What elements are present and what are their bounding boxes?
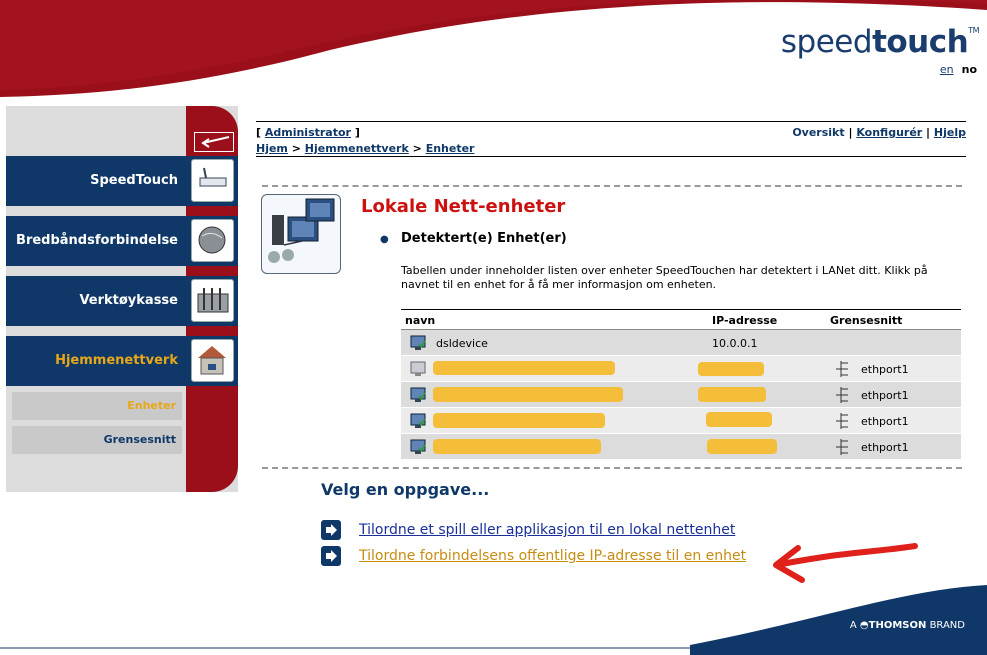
redacted-ip bbox=[698, 362, 764, 376]
table-row[interactable]: ethport1 bbox=[401, 382, 961, 408]
arrow-right-icon bbox=[321, 520, 341, 540]
sidebar-item-label: SpeedTouch bbox=[90, 173, 178, 188]
devices-table: navn IP-adresse Grensesnitt dsldevice 10… bbox=[401, 309, 961, 460]
sidebar-subitem-label: Grensesnitt bbox=[103, 433, 176, 446]
breadcrumb: Hjem > Hjemmenettverk > Enheter bbox=[256, 142, 475, 155]
ethernet-icon bbox=[836, 413, 848, 429]
top-menu: Oversikt | Konfigurér | Hjelp bbox=[792, 126, 966, 139]
device-icon bbox=[410, 387, 426, 402]
user-link[interactable]: Administrator bbox=[265, 126, 351, 139]
redacted-ip bbox=[706, 412, 772, 427]
redacted-name bbox=[433, 361, 615, 375]
sidebar-item-speedtouch[interactable]: SpeedTouch bbox=[6, 156, 238, 206]
sidebar-subitem-interfaces[interactable]: Grensesnitt bbox=[12, 426, 182, 454]
device-ip: 10.0.0.1 bbox=[712, 337, 758, 350]
sidebar-item-label: Bredbåndsforbindelse bbox=[16, 233, 178, 248]
help-link[interactable]: Hjelp bbox=[934, 126, 966, 139]
thomson-brand: A ◓THOMSON BRAND bbox=[849, 620, 965, 631]
globe-icon bbox=[191, 219, 234, 262]
breadcrumb-home-network[interactable]: Hjemmenettverk bbox=[305, 142, 409, 155]
sidebar: SpeedTouch Bredbåndsforbindelse Verktøyk… bbox=[6, 106, 238, 492]
home-network-icon bbox=[191, 339, 234, 382]
lang-en-link[interactable]: en bbox=[940, 63, 954, 76]
bullet-icon: ● bbox=[380, 234, 389, 245]
user-indicator: [ Administrator ] bbox=[256, 126, 360, 139]
divider-bottom bbox=[262, 467, 962, 469]
assign-public-ip-link[interactable]: Tilordne forbindelsens offentlige IP-adr… bbox=[359, 548, 746, 564]
redacted-name bbox=[433, 439, 601, 454]
language-switch: en no bbox=[940, 63, 977, 76]
arrow-right-icon bbox=[321, 546, 341, 566]
sidebar-item-toolbox[interactable]: Verktøykasse bbox=[6, 276, 238, 326]
table-row[interactable]: ethport1 bbox=[401, 434, 961, 460]
task-item-assign-game[interactable]: Tilordne et spill eller applikasjon til … bbox=[321, 520, 735, 540]
top-navigation-bar: [ Administrator ] Hjem > Hjemmenettverk … bbox=[256, 121, 966, 157]
footer-wave bbox=[0, 585, 987, 655]
toolbox-icon bbox=[191, 279, 234, 322]
router-icon bbox=[191, 159, 234, 202]
sidebar-item-label: Hjemmenettverk bbox=[55, 353, 178, 368]
redacted-name bbox=[433, 387, 623, 402]
table-header: navn IP-adresse Grensesnitt bbox=[401, 310, 961, 330]
col-ip-header: IP-adresse bbox=[712, 314, 778, 327]
divider-top bbox=[262, 185, 962, 187]
overview-label: Oversikt bbox=[792, 126, 845, 139]
redacted-name bbox=[433, 413, 605, 428]
computer-icon bbox=[410, 361, 426, 376]
back-arrow-button[interactable] bbox=[194, 132, 234, 152]
speedtouch-logo: speedtouchTM bbox=[780, 24, 980, 60]
ethernet-icon bbox=[836, 439, 848, 455]
device-icon bbox=[410, 413, 426, 428]
device-icon bbox=[410, 335, 426, 350]
device-icon bbox=[410, 439, 426, 454]
table-row[interactable]: ethport1 bbox=[401, 408, 961, 434]
device-name[interactable]: dsldevice bbox=[436, 337, 488, 350]
sidebar-item-home-network[interactable]: Hjemmenettverk bbox=[6, 336, 238, 386]
sidebar-subitem-devices[interactable]: Enheter bbox=[12, 392, 182, 420]
table-row[interactable]: dsldevice 10.0.0.1 bbox=[401, 330, 961, 356]
task-item-assign-public-ip[interactable]: Tilordne forbindelsens offentlige IP-adr… bbox=[321, 546, 746, 566]
device-interface: ethport1 bbox=[861, 415, 909, 428]
breadcrumb-home[interactable]: Hjem bbox=[256, 142, 288, 155]
device-interface: ethport1 bbox=[861, 389, 909, 402]
local-network-devices-icon bbox=[261, 194, 341, 274]
page-description: Tabellen under inneholder listen over en… bbox=[401, 264, 928, 291]
lang-no-label: no bbox=[961, 63, 977, 76]
ethernet-icon bbox=[836, 387, 848, 403]
back-arrow-icon bbox=[201, 136, 230, 148]
device-interface: ethport1 bbox=[861, 363, 909, 376]
table-row[interactable]: ethport1 bbox=[401, 356, 961, 382]
ethernet-icon bbox=[836, 361, 848, 377]
configure-link[interactable]: Konfigurér bbox=[856, 126, 922, 139]
section-title: Detektert(e) Enhet(er) bbox=[401, 231, 567, 246]
redacted-ip bbox=[707, 439, 777, 454]
device-interface: ethport1 bbox=[861, 441, 909, 454]
col-name-header: navn bbox=[405, 314, 436, 327]
sidebar-item-label: Verktøykasse bbox=[79, 293, 178, 308]
sidebar-subitem-label: Enheter bbox=[127, 399, 176, 412]
tasks-title: Velg en oppgave... bbox=[321, 480, 490, 499]
redacted-ip bbox=[698, 387, 766, 402]
assign-game-link[interactable]: Tilordne et spill eller applikasjon til … bbox=[359, 522, 735, 538]
sidebar-item-broadband[interactable]: Bredbåndsforbindelse bbox=[6, 216, 238, 266]
breadcrumb-devices[interactable]: Enheter bbox=[426, 142, 475, 155]
page-title: Lokale Nett-enheter bbox=[361, 196, 566, 217]
col-iface-header: Grensesnitt bbox=[830, 314, 903, 327]
